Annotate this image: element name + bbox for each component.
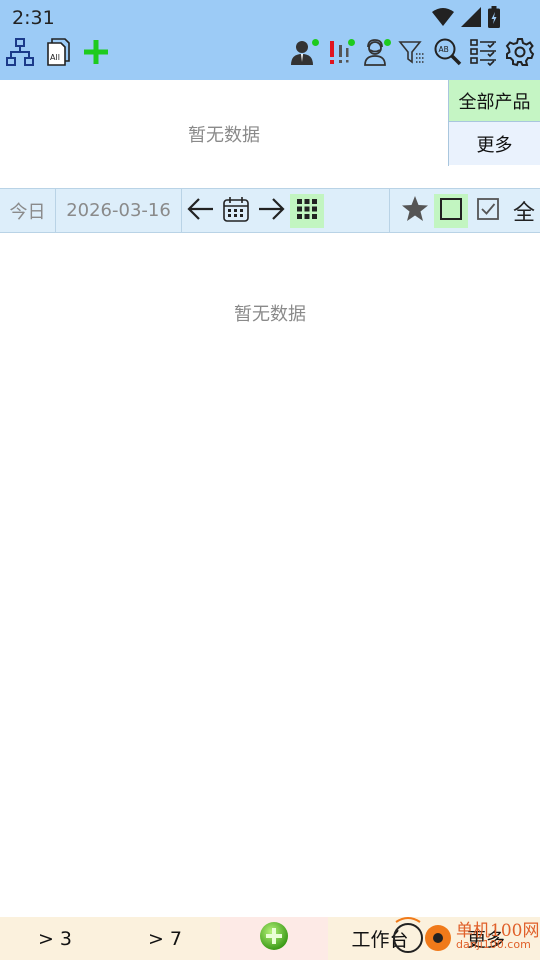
gear-icon xyxy=(505,37,535,71)
grid-view-button[interactable] xyxy=(290,194,324,228)
ab-search-icon: AB xyxy=(433,37,463,71)
date-bar: 今日 2026-03-16 全 xyxy=(0,188,540,233)
alert-status-dot xyxy=(348,39,355,46)
watermark: 单机100网 danji100.com xyxy=(388,914,540,960)
prev-day-button[interactable] xyxy=(184,194,218,228)
product-panel: 暂无数据 全部产品 更多 xyxy=(0,80,540,188)
svg-text:All: All xyxy=(50,53,60,62)
main-empty-text: 暂无数据 xyxy=(234,304,306,325)
checklist-icon xyxy=(469,37,499,71)
toolbar-left: All xyxy=(4,38,112,70)
next-day-button[interactable] xyxy=(254,194,288,228)
date-field[interactable]: 2026-03-16 xyxy=(56,189,182,232)
wifi-icon xyxy=(432,7,454,31)
alerts-button[interactable] xyxy=(324,38,356,70)
add-icon xyxy=(82,38,110,70)
status-time: 2:31 xyxy=(12,7,55,29)
all-files-icon: All xyxy=(43,37,73,71)
nav-add-button[interactable] xyxy=(220,917,328,960)
nav-within-3[interactable]: > 3 xyxy=(0,917,110,960)
org-chart-icon xyxy=(5,37,35,71)
service-user-button[interactable] xyxy=(360,38,392,70)
star-icon xyxy=(401,195,429,227)
online-status-dot xyxy=(312,39,319,46)
all-products-button[interactable]: 全部产品 xyxy=(449,80,540,122)
uncheck-all-button[interactable] xyxy=(434,194,468,228)
calendar-icon xyxy=(222,195,250,227)
service-status-dot xyxy=(384,39,391,46)
battery-icon xyxy=(488,6,500,32)
watermark-url: danji100.com xyxy=(456,938,531,951)
arrow-right-icon xyxy=(257,197,285,225)
product-more-button[interactable]: 更多 xyxy=(449,122,540,165)
svg-text:AB: AB xyxy=(439,45,449,54)
toolbar-right: AB xyxy=(288,38,536,70)
add-button[interactable] xyxy=(80,38,112,70)
status-icons xyxy=(432,6,500,32)
signal-icon xyxy=(461,7,481,31)
org-chart-button[interactable] xyxy=(4,38,36,70)
checked-square-icon xyxy=(476,197,500,225)
date-bar-divider xyxy=(389,189,390,232)
settings-button[interactable] xyxy=(504,38,536,70)
all-files-button[interactable]: All xyxy=(42,38,74,70)
product-empty-text: 暂无数据 xyxy=(188,125,260,146)
checklist-button[interactable] xyxy=(468,38,500,70)
nav-within-7[interactable]: > 7 xyxy=(110,917,220,960)
check-all-button[interactable] xyxy=(471,194,505,228)
ab-search-button[interactable]: AB xyxy=(432,38,464,70)
calendar-button[interactable] xyxy=(219,194,253,228)
filter-button[interactable] xyxy=(396,38,428,70)
select-all-button[interactable]: 全 xyxy=(508,189,540,232)
app-header: 2:31 All AB xyxy=(0,0,540,80)
product-side-menu: 全部产品 更多 xyxy=(448,80,540,166)
arrow-left-icon xyxy=(187,197,215,225)
online-users-button[interactable] xyxy=(288,38,320,70)
grid-icon xyxy=(297,199,317,223)
green-plus-icon xyxy=(259,921,289,956)
favorites-button[interactable] xyxy=(398,194,432,228)
filter-icon xyxy=(398,38,426,70)
today-button[interactable]: 今日 xyxy=(0,189,56,232)
empty-square-icon xyxy=(439,197,463,225)
